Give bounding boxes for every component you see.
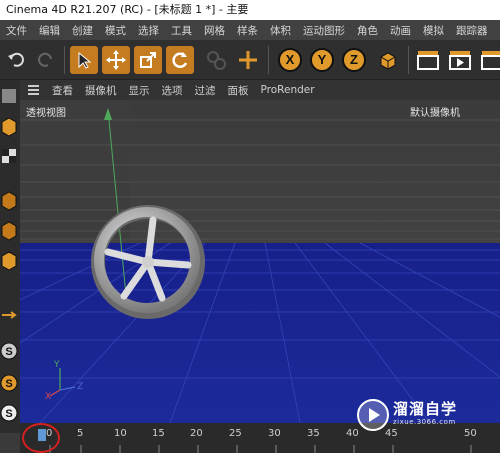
points-mode-icon[interactable] [0,188,18,214]
left-tool-palette: S S S [0,80,20,433]
menu-simulate[interactable]: 模拟 [417,23,450,38]
menu-tools[interactable]: 工具 [165,23,198,38]
svg-text:S: S [5,378,12,390]
select-cursor-icon[interactable] [70,46,98,74]
viewport-camera-label: 默认摄像机 [410,108,460,119]
render-active-icon[interactable] [446,46,474,74]
snap-icon[interactable]: S [0,338,18,364]
window-title: Cinema 4D R21.207 (RC) - [未标题 1 *] - 主要 [0,0,500,20]
texture-mode-icon[interactable] [0,144,18,170]
watermark-logo-icon [357,399,389,431]
menu-mode[interactable]: 模式 [99,23,132,38]
gizmo-y-label: Y [54,360,60,370]
viewport-menu-display[interactable]: 显示 [123,83,156,98]
undo-icon[interactable] [2,46,30,74]
svg-text:S: S [5,408,12,420]
menu-edit[interactable]: 编辑 [33,23,66,38]
watermark-name: 溜溜自学 [393,400,458,418]
menu-file[interactable]: 文件 [0,23,33,38]
make-editable-icon[interactable] [0,84,18,110]
gizmo-x-label: X [45,392,52,402]
viewport-menu-panel[interactable]: 面板 [222,83,255,98]
menu-mesh[interactable]: 网格 [198,23,231,38]
menu-spline[interactable]: 样条 [231,23,264,38]
move-plus-icon[interactable] [234,46,262,74]
menu-volume[interactable]: 体积 [264,23,297,38]
viewport-menu-filter[interactable]: 过滤 [189,83,222,98]
viewport-scene [20,100,500,423]
snap-enable-icon[interactable]: S [0,370,18,396]
viewport-menu-view[interactable]: 查看 [46,83,79,98]
polygons-mode-icon[interactable] [0,248,18,274]
rotate-icon[interactable] [166,46,194,74]
highlight-circle [22,423,60,453]
main-toolbar: X Y Z [0,40,500,80]
timeline-ticks [49,445,472,453]
axis-mode-icon[interactable] [0,302,18,328]
render-view-icon[interactable] [414,46,442,74]
main-menubar: 文件 编辑 创建 模式 选择 工具 网格 样条 体积 运动图形 角色 动画 模拟… [0,20,500,40]
viewport-menu-cameras[interactable]: 摄像机 [79,83,123,98]
perspective-viewport[interactable]: 透视视图 默认摄像机 Y X Z [20,100,500,423]
timeline-ruler[interactable]: 0 5 10 15 20 25 30 35 40 45 50 [20,423,500,453]
recent-tool-icon[interactable] [202,46,230,74]
snap-settings-icon[interactable]: S [0,400,18,426]
edges-mode-icon[interactable] [0,218,18,244]
axis-x-icon[interactable]: X [278,48,302,72]
scale-icon[interactable] [134,46,162,74]
menu-character[interactable]: 角色 [351,23,384,38]
viewport-menu-options[interactable]: 选项 [156,83,189,98]
axis-y-icon[interactable]: Y [310,48,334,72]
viewport-menu-prorender[interactable]: ProRender [255,84,321,96]
axis-z-icon[interactable]: Z [342,48,366,72]
menu-render[interactable]: 渲染 [494,23,500,38]
gizmo-z-label: Z [77,382,84,392]
viewport-menubar: 查看 摄像机 显示 选项 过滤 面板 ProRender [20,80,500,100]
move-icon[interactable] [102,46,130,74]
menu-tracker[interactable]: 跟踪器 [450,23,494,38]
menu-mograph[interactable]: 运动图形 [297,23,351,38]
render-settings-icon[interactable] [478,46,500,74]
menu-animate[interactable]: 动画 [384,23,417,38]
model-mode-icon[interactable] [0,114,18,140]
viewport-hamburger-icon[interactable] [20,80,46,100]
coordinate-system-icon[interactable] [374,46,402,74]
svg-text:S: S [5,346,12,358]
watermark-url: zixue.3066.com [393,418,456,426]
menu-create[interactable]: 创建 [66,23,99,38]
viewport-view-label: 透视视图 [26,108,66,119]
menu-select[interactable]: 选择 [132,23,165,38]
redo-icon[interactable] [32,46,60,74]
